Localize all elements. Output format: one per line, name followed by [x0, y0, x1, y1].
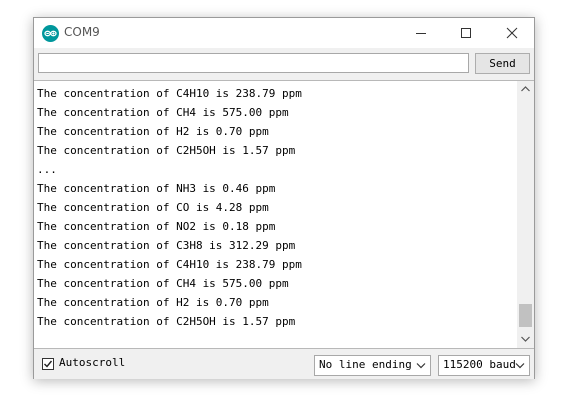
- arduino-logo-icon: [42, 25, 59, 42]
- log-line: The concentration of C4H10 is 238.79 ppm: [37, 87, 302, 100]
- send-toolbar: Send: [34, 48, 534, 80]
- log-line: The concentration of C2H5OH is 1.57 ppm: [37, 144, 296, 157]
- minimize-button[interactable]: [398, 18, 444, 48]
- close-button[interactable]: [489, 18, 535, 48]
- title-bar[interactable]: COM9: [34, 18, 534, 48]
- status-bar: Autoscroll No line ending 115200 baud: [34, 349, 534, 379]
- log-line: The concentration of CO is 4.28 ppm: [37, 201, 269, 214]
- chevron-up-icon: [521, 86, 530, 92]
- line-ending-value: No line ending: [319, 358, 412, 371]
- send-button[interactable]: Send: [475, 53, 530, 74]
- log-line: The concentration of H2 is 0.70 ppm: [37, 296, 269, 309]
- autoscroll-checkbox[interactable]: [42, 358, 54, 370]
- log-line: The concentration of H2 is 0.70 ppm: [37, 125, 269, 138]
- autoscroll-label[interactable]: Autoscroll: [59, 356, 125, 369]
- baud-rate-dropdown[interactable]: 115200 baud: [438, 355, 530, 376]
- serial-monitor-window: COM9 Send The concentration of C4H10 is …: [33, 17, 535, 379]
- chevron-down-icon: [521, 336, 530, 342]
- log-line: The concentration of C4H10 is 238.79 ppm: [37, 258, 302, 271]
- window-title: COM9: [64, 25, 100, 39]
- log-line: The concentration of CH4 is 575.00 ppm: [37, 277, 289, 290]
- serial-output-area[interactable]: The concentration of C4H10 is 238.79 ppm…: [34, 80, 534, 349]
- scroll-down-button[interactable]: [517, 331, 534, 348]
- log-line: The concentration of C3H8 is 312.29 ppm: [37, 239, 296, 252]
- log-line: The concentration of C2H5OH is 1.57 ppm: [37, 315, 296, 328]
- scrollbar-thumb[interactable]: [519, 304, 532, 327]
- log-line: The concentration of NO2 is 0.18 ppm: [37, 220, 276, 233]
- maximize-icon: [461, 28, 471, 38]
- chevron-down-icon: [515, 363, 525, 369]
- serial-input-field[interactable]: [38, 53, 469, 73]
- chevron-down-icon: [416, 363, 426, 369]
- log-line: The concentration of CH4 is 575.00 ppm: [37, 106, 289, 119]
- close-icon: [506, 27, 518, 39]
- minimize-icon: [416, 33, 426, 34]
- log-line: The concentration of NH3 is 0.46 ppm: [37, 182, 276, 195]
- checkmark-icon: [44, 360, 53, 368]
- log-line: ...: [37, 163, 57, 176]
- vertical-scrollbar[interactable]: [517, 81, 534, 348]
- serial-log: The concentration of C4H10 is 238.79 ppm…: [37, 84, 513, 331]
- maximize-button[interactable]: [443, 18, 489, 48]
- baud-rate-value: 115200 baud: [443, 358, 516, 371]
- scroll-up-button[interactable]: [517, 81, 534, 98]
- line-ending-dropdown[interactable]: No line ending: [314, 355, 431, 376]
